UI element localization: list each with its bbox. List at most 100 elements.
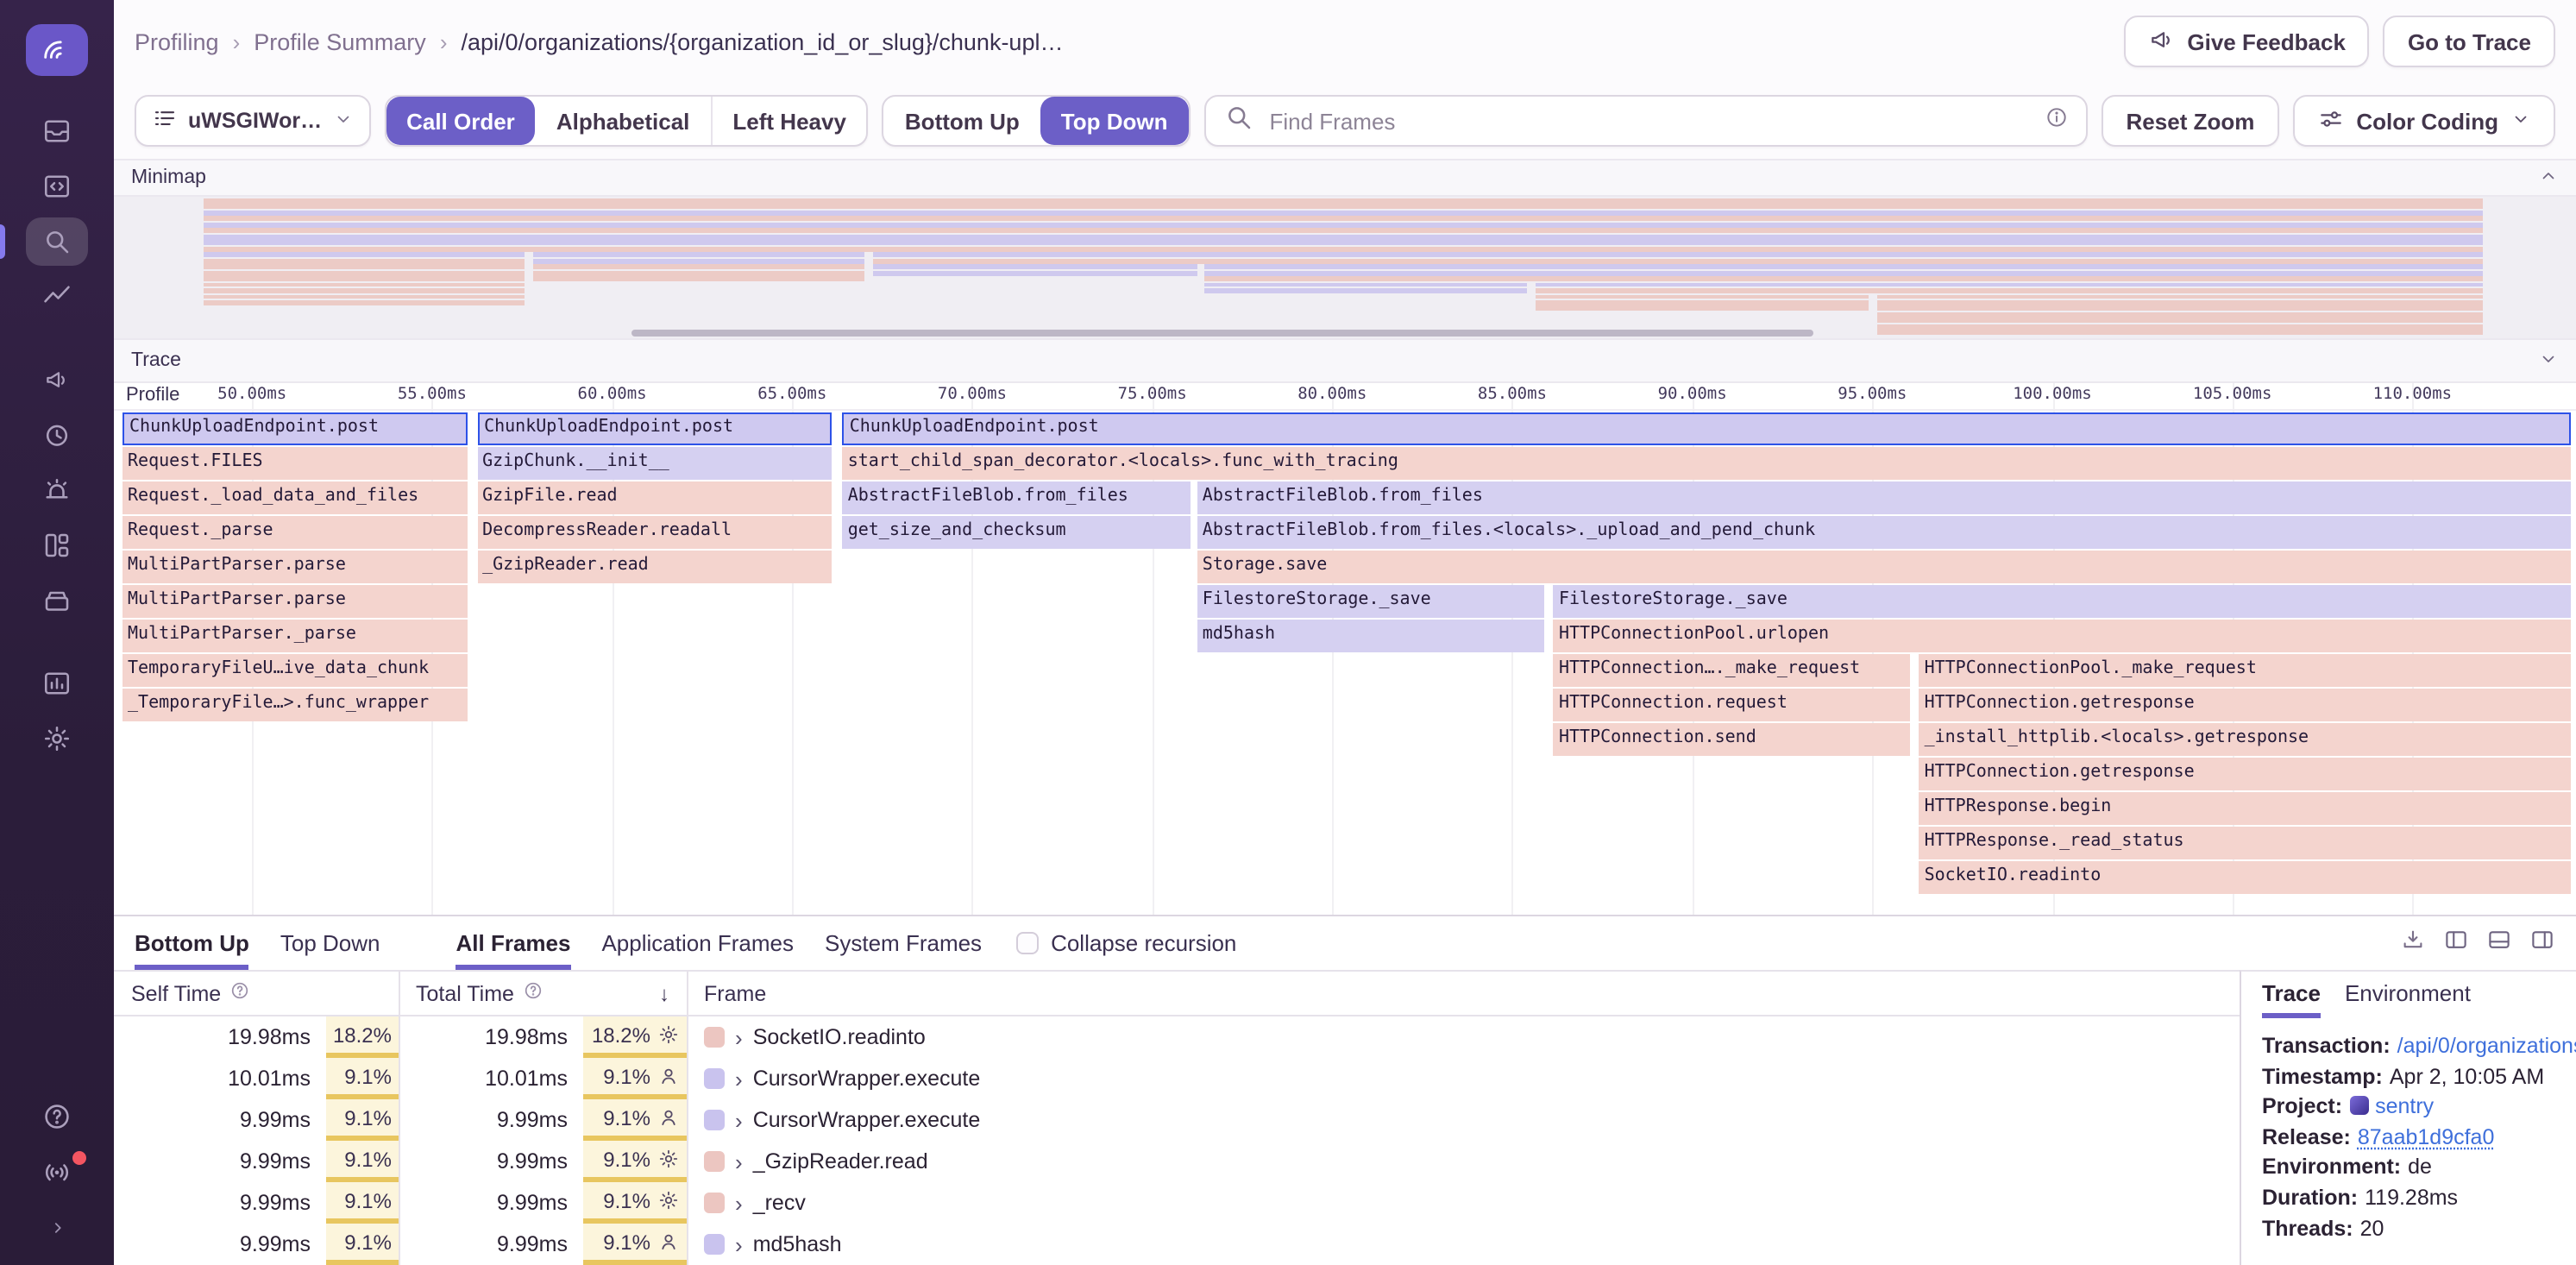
table-row[interactable]: 9.99ms9.1% 9.99ms 9.1% › md5hash [114,1224,2240,1265]
sidebar-item-releases[interactable] [26,576,88,625]
chevron-down-icon[interactable] [2538,348,2559,374]
tab-top-down[interactable]: Top Down [280,916,380,970]
flame-frame[interactable]: start_child_span_decorator.<locals>.func… [843,446,2571,479]
sidebar-item-insights[interactable] [26,273,88,321]
details-tab-environment[interactable]: Environment [2345,972,2471,1018]
flame-frame[interactable]: MultiPartParser.parse [123,584,468,617]
reset-zoom-button[interactable]: Reset Zoom [2102,95,2279,147]
collapse-recursion-checkbox[interactable] [1016,932,1039,954]
flame-frame[interactable]: ChunkUploadEndpoint.post [843,412,2571,444]
sidebar-item-dashboards[interactable] [26,521,88,570]
sidebar-item-feedback[interactable] [26,356,88,404]
minimap-scroll-thumb[interactable] [631,330,1813,337]
flame-frame[interactable]: get_size_and_checksum [843,515,1191,548]
flame-frame[interactable]: HTTPResponse.begin [1919,791,2571,824]
sort-option-left-heavy[interactable]: Left Heavy [710,97,867,145]
flame-frame[interactable]: DecompressReader.readall [477,515,832,548]
expand-chevron-icon[interactable]: › [735,1231,743,1257]
info-icon[interactable] [2045,104,2070,137]
sidebar-item-explore[interactable] [26,162,88,211]
flame-frame[interactable]: Request.FILES [123,446,468,479]
details-tab-trace[interactable]: Trace [2262,972,2321,1018]
flame-frame[interactable]: AbstractFileBlob.from_files.<locals>._up… [1197,515,2571,548]
sidebar-item-sentry-logo[interactable] [26,24,88,76]
flame-frame[interactable]: HTTPConnection.getresponse [1919,688,2571,721]
table-row[interactable]: 9.99ms9.1% 9.99ms 9.1% › _GzipReader.rea… [114,1141,2240,1182]
flame-frame[interactable]: ChunkUploadEndpoint.post [123,412,468,444]
sidebar-collapse-button[interactable] [26,1203,88,1251]
breadcrumb-item[interactable]: Profile Summary [254,28,426,54]
sidebar-item-help[interactable] [26,1092,88,1141]
go-to-trace-button[interactable]: Go to Trace [2384,16,2555,67]
flame-frame[interactable]: HTTPConnectionPool._make_request [1919,653,2571,686]
layout-left-icon[interactable] [2443,926,2469,960]
chevron-up-icon[interactable] [2538,165,2559,191]
flame-frame[interactable]: MultiPartParser.parse [123,550,468,582]
sort-option-call-order[interactable]: Call Order [386,97,536,145]
table-row[interactable]: 10.01ms9.1% 10.01ms 9.1% › CursorWrapper… [114,1058,2240,1099]
flame-frame[interactable]: AbstractFileBlob.from_files [843,481,1191,513]
details-value[interactable]: sentry [2375,1094,2434,1118]
breadcrumb-item[interactable]: Profiling [135,28,219,54]
flame-frame[interactable]: Request._load_data_and_files [123,481,468,513]
flame-frame[interactable]: FilestoreStorage._save [1197,584,1545,617]
flame-frame[interactable]: Storage.save [1197,550,2571,582]
layout-bottom-icon[interactable] [2486,926,2512,960]
expand-chevron-icon[interactable]: › [735,1190,743,1216]
flame-frame[interactable]: TemporaryFileU…ive_data_chunk [123,653,468,686]
flame-frame[interactable]: HTTPConnection…._make_request [1554,653,1910,686]
flame-frame[interactable]: HTTPConnectionPool.urlopen [1554,619,2571,651]
flame-frame[interactable]: HTTPConnection.getresponse [1919,757,2571,790]
sidebar-item-search[interactable] [26,217,88,266]
self-time-header[interactable]: Self Time [114,980,399,1006]
flame-frame[interactable]: MultiPartParser._parse [123,619,468,651]
flame-frame[interactable]: Request._parse [123,515,468,548]
table-row[interactable]: 9.99ms9.1% 9.99ms 9.1% › CursorWrapper.e… [114,1099,2240,1141]
details-value[interactable]: /api/0/organizations/{organ… [2397,1034,2576,1058]
flame-frame[interactable]: HTTPResponse._read_status [1919,826,2571,859]
layout-right-icon[interactable] [2529,926,2555,960]
expand-chevron-icon[interactable]: › [735,1066,743,1092]
direction-option-top-down[interactable]: Top Down [1040,97,1189,145]
tab-bottom-up[interactable]: Bottom Up [135,916,249,970]
tab-system-frames[interactable]: System Frames [825,916,982,970]
flame-frame[interactable]: AbstractFileBlob.from_files [1197,481,2571,513]
flame-frame[interactable]: HTTPConnection.request [1554,688,1910,721]
tab-all-frames[interactable]: All Frames [456,916,571,970]
expand-chevron-icon[interactable]: › [735,1107,743,1133]
collapse-recursion-toggle[interactable]: Collapse recursion [1016,916,1236,970]
sidebar-item-whats-new[interactable] [26,1148,88,1196]
flame-frame[interactable]: _install_httplib.<locals>.getresponse [1919,722,2571,755]
minimap[interactable] [114,197,2576,338]
frame-header[interactable]: Frame [687,981,2240,1005]
color-coding-button[interactable]: Color Coding [2292,95,2555,147]
expand-chevron-icon[interactable]: › [735,1149,743,1174]
sidebar-item-stats[interactable] [26,659,88,708]
sidebar-item-replays[interactable] [26,411,88,459]
direction-option-bottom-up[interactable]: Bottom Up [884,97,1040,145]
find-frames-input[interactable] [1266,106,2033,135]
details-value[interactable]: 87aab1d9cfa0 [2358,1125,2495,1149]
table-row[interactable]: 19.98ms18.2% 19.98ms 18.2% › SocketIO.re… [114,1016,2240,1058]
give-feedback-button[interactable]: Give Feedback [2123,16,2370,67]
sidebar-item-settings[interactable] [26,714,88,763]
download-icon[interactable] [2400,926,2426,960]
flame-frame[interactable]: GzipChunk.__init__ [477,446,832,479]
total-time-header[interactable]: Total Time ↓ [399,980,687,1006]
tab-application-frames[interactable]: Application Frames [601,916,794,970]
flame-frame[interactable]: _GzipReader.read [477,550,832,582]
thread-selector[interactable]: uWSGIWor… [135,95,370,147]
flame-frame[interactable]: HTTPConnection.send [1554,722,1910,755]
sidebar-item-alerts[interactable] [26,466,88,514]
flamegraph[interactable]: ChunkUploadEndpoint.post ChunkUploadEndpo… [114,411,2576,915]
flame-frame[interactable]: md5hash [1197,619,1545,651]
flame-frame[interactable]: SocketIO.readinto [1919,860,2571,893]
sort-option-alphabetical[interactable]: Alphabetical [536,97,711,145]
breadcrumb-item[interactable]: /api/0/organizations/{organization_id_or… [462,28,1064,54]
table-row[interactable]: 9.99ms9.1% 9.99ms 9.1% › _recv [114,1182,2240,1224]
flame-frame[interactable]: _TemporaryFile…>.func_wrapper [123,688,468,721]
flame-frame[interactable]: ChunkUploadEndpoint.post [477,412,832,444]
sidebar-item-issues[interactable] [26,107,88,155]
flame-frame[interactable]: FilestoreStorage._save [1554,584,2571,617]
expand-chevron-icon[interactable]: › [735,1024,743,1050]
